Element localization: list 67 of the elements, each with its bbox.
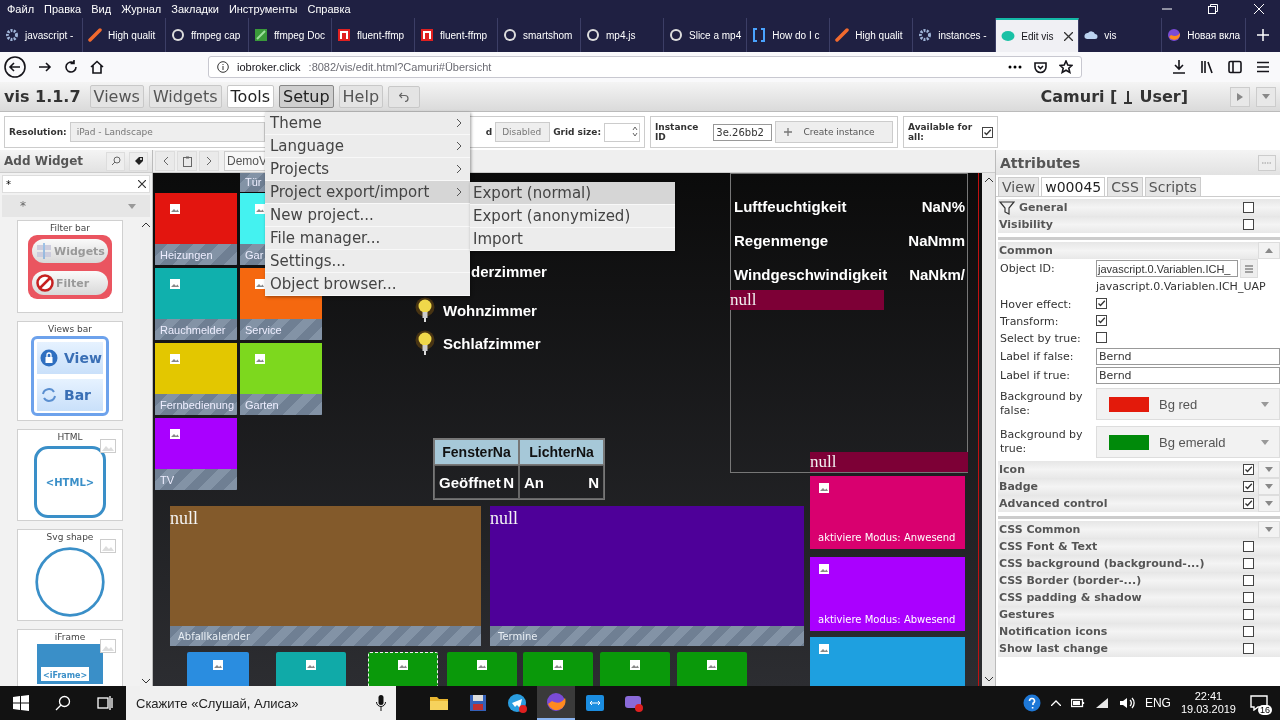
table-header: LichterNa — [519, 439, 604, 465]
weather-value: NaNmm — [908, 231, 965, 249]
field-label: Available for all: — [908, 122, 974, 142]
field-label: Hover effect: — [1000, 298, 1073, 311]
field-label: Instance ID — [655, 122, 700, 142]
value-panel: null — [490, 506, 804, 626]
weather-label: Luftfeuchtigkeit — [734, 197, 847, 215]
field-label: Object ID: — [1000, 262, 1056, 275]
tile-label: Rauchmelder — [155, 319, 237, 340]
group-label: General — [1019, 201, 1068, 214]
group-label: CSS background (background-...) — [999, 557, 1205, 570]
weather-label: Regenmenge — [734, 231, 829, 249]
bar-pill: Bar — [37, 378, 103, 411]
panel-title: Add Widget — [4, 154, 84, 168]
tile-label: Heizungen — [155, 244, 237, 265]
user-name: User] — [1139, 87, 1188, 106]
notification-count: 16 — [1258, 705, 1272, 715]
weather-value: NaNkm/ — [909, 265, 965, 283]
table-header: FensterNa — [434, 439, 519, 465]
panel-title: Attributes — [1000, 154, 1081, 171]
table-cell: N — [588, 473, 599, 491]
panel-label: Termine — [490, 626, 804, 646]
field-label: Resolution: — [9, 127, 67, 137]
field-label: d — [485, 127, 493, 137]
group-label: Gestures — [999, 608, 1055, 621]
project-name: Camuri [ — [1040, 87, 1118, 106]
group-label: CSS Font & Text — [999, 540, 1098, 553]
section-label: CSS Common — [999, 523, 1081, 536]
light-label: Wohnzimmer — [443, 301, 537, 319]
value-bar: null — [730, 290, 884, 310]
html-preview: <HTML> — [34, 446, 106, 518]
group-label: Badge — [999, 480, 1038, 493]
filter-pill: Filter — [32, 271, 108, 295]
group-label: Show last change — [999, 642, 1109, 655]
field-label: Transform: — [1000, 315, 1060, 328]
group-label: Advanced control — [999, 497, 1108, 510]
weather-label: Windgeschwindigkeit — [734, 265, 888, 283]
field-label: Label if false: — [1000, 350, 1075, 363]
light-label: derzimmer — [471, 263, 547, 280]
group-label: CSS padding & shadow — [999, 591, 1142, 604]
panel-label: Abfallkalender — [170, 626, 481, 646]
tile-label: Garten — [240, 394, 322, 415]
weather-value: NaN% — [921, 197, 965, 215]
field-label: Background by false: — [1000, 390, 1084, 418]
field-label: Label if true: — [1000, 369, 1071, 382]
tile-label: TV — [155, 469, 237, 490]
value-panel: null — [170, 506, 481, 626]
light-label: Schlafzimmer — [443, 334, 541, 352]
app-title: vis 1.1.7 — [4, 87, 81, 106]
table-cell: An — [524, 473, 544, 491]
group-label: CSS Border (border-...) — [999, 574, 1142, 587]
view-pill: View — [37, 341, 103, 374]
value-bar: null — [810, 452, 968, 472]
group-label: Notification icons — [999, 625, 1108, 638]
group-label: Visibility — [999, 218, 1054, 231]
group-label: Icon — [999, 463, 1025, 476]
tile-label: Fernbedienung — [155, 394, 237, 415]
field-label: Select by true: — [1000, 332, 1082, 345]
object-id-hint: javascript.0.Variablen.ICH_UAP — [1096, 279, 1266, 295]
section-label: Common — [999, 244, 1053, 257]
widgets-pill: Widgets — [32, 239, 108, 263]
table-cell: Geöffnet — [439, 473, 501, 491]
field-label: Background by true: — [1000, 428, 1084, 456]
table-cell: N — [503, 473, 514, 491]
iframe-preview: <iFrame> — [37, 644, 103, 684]
tile-label: Service — [240, 319, 322, 340]
field-label: Grid size: — [553, 127, 601, 137]
